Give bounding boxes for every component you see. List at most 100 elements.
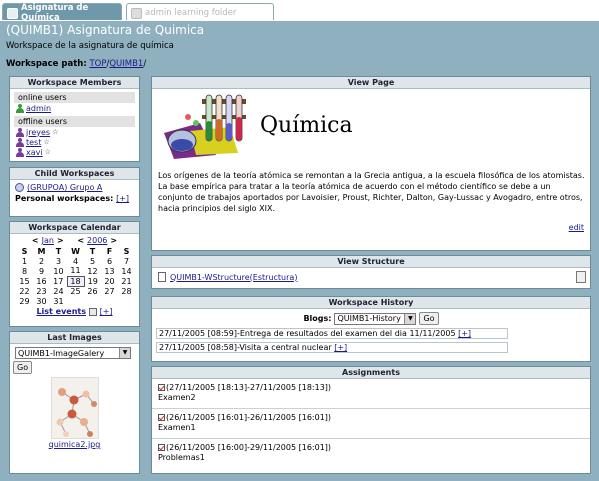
image-thumbnail[interactable] (50, 377, 99, 439)
assignment-name[interactable]: Problemas1 (158, 453, 584, 463)
calendar-day[interactable]: 10 (50, 266, 67, 276)
calendar-day[interactable]: 14 (118, 266, 135, 276)
calendar-day[interactable]: 20 (101, 276, 118, 286)
prev-year-button[interactable]: < (77, 236, 84, 245)
list-events-link[interactable]: List events (36, 307, 86, 316)
image-caption-link[interactable]: quimica2.jpg (49, 440, 101, 449)
calendar-day[interactable]: 24 (50, 286, 67, 296)
chevron-down-icon: ▼ (404, 313, 416, 324)
calendar-day[interactable]: 8 (16, 266, 33, 276)
calendar-day[interactable]: 9 (33, 266, 50, 276)
calendar-day[interactable]: 30 (33, 296, 50, 306)
assignment-item: (26/11/2005 [16:00]-29/11/2005 [16:01]) … (152, 439, 590, 469)
user-link-admin[interactable]: admin (26, 104, 51, 113)
blogs-label: Blogs: (303, 314, 332, 323)
breadcrumb-quimb1-link[interactable]: QUIMB1 (109, 59, 143, 69)
assignment-check-icon (158, 414, 165, 421)
calendar-day[interactable]: 17 (50, 276, 67, 286)
add-personal-workspace-link[interactable]: [+] (116, 194, 129, 203)
star-icon: ☆ (43, 138, 50, 146)
calendar-day[interactable]: 23 (33, 286, 50, 296)
panel-title: Workspace Members (10, 77, 139, 89)
tab-admin-learning-folder[interactable]: admin learning folder (126, 3, 274, 20)
calendar-empty-cell (67, 296, 84, 306)
calendar-day[interactable]: 7 (118, 256, 135, 266)
month-link[interactable]: Jan (42, 236, 54, 245)
tab-label: admin learning folder (145, 8, 237, 18)
calendar-day[interactable]: 26 (84, 286, 101, 296)
blog-select-value: QUIMB1-History (337, 314, 401, 323)
user-link-test[interactable]: test (26, 138, 41, 147)
history-entry-text: 27/11/2005 [08:58]-Visita a central nucl… (159, 343, 332, 352)
calendar-week-row: 8 9 10 11 12 13 14 (16, 266, 135, 276)
calendar-week-row: 15 16 17 18 19 20 21 (16, 275, 135, 287)
history-entry-add-link[interactable]: [+] (458, 329, 471, 338)
chevron-down-icon: ▼ (119, 348, 130, 358)
calendar-day[interactable]: 1 (16, 256, 33, 266)
view-structure-panel: View Structure QUIMB1-WStructure(Estruct… (151, 255, 591, 289)
prev-month-button[interactable]: < (32, 236, 39, 245)
calendar-day[interactable]: 25 (67, 286, 84, 296)
go-button[interactable]: Go (13, 361, 33, 374)
year-link[interactable]: 2006 (87, 236, 107, 245)
tab-asignatura-quimica[interactable]: Asignatura de Química (2, 3, 122, 23)
add-event-link[interactable]: [+] (100, 307, 113, 316)
calendar-day[interactable]: 16 (33, 276, 50, 286)
panel-title: Child Workspaces (10, 168, 139, 180)
calendar-week-row: 1234567 (16, 256, 135, 266)
calendar-day[interactable]: 13 (101, 266, 118, 276)
image-gallery-value: QUIMB1-ImageGalery (18, 348, 105, 358)
go-button[interactable]: Go (419, 312, 439, 325)
child-workspace-link[interactable]: (GRUPOA) Grupo A (27, 183, 102, 192)
assignment-name[interactable]: Examen1 (158, 423, 584, 433)
workspace-members-panel: Workspace Members online users admin off… (9, 76, 140, 162)
history-entry-add-link[interactable]: [+] (334, 343, 347, 352)
image-gallery-select[interactable]: QUIMB1-ImageGalery ▼ (15, 347, 131, 359)
blog-select[interactable]: QUIMB1-History ▼ (334, 312, 417, 325)
calendar-day[interactable]: 11 (67, 266, 84, 276)
weekday-label: M (37, 246, 46, 256)
breadcrumb-top-link[interactable]: TOP (89, 59, 106, 69)
assignment-dates: (26/11/2005 [16:00]-29/11/2005 [16:01]) (166, 443, 332, 452)
calendar-day[interactable]: 28 (118, 286, 135, 296)
panel-title: View Structure (152, 256, 590, 268)
assignment-name[interactable]: Examen2 (158, 393, 584, 403)
workspace-icon (131, 7, 142, 19)
workspace-globe-icon (15, 183, 24, 192)
calendar-day[interactable]: 12 (84, 266, 101, 276)
view-page-panel: View Page Química Los orígenes de la teo… (151, 76, 591, 251)
next-month-button[interactable]: > (57, 236, 64, 245)
offline-user-icon (16, 127, 24, 137)
calendar-day[interactable]: 2 (33, 256, 50, 266)
structure-tree-icon[interactable] (576, 271, 586, 283)
calendar-day[interactable]: 3 (50, 256, 67, 266)
calendar-day[interactable]: 19 (84, 276, 101, 286)
calendar-day[interactable]: 29 (16, 296, 33, 306)
calendar-day-today[interactable]: 18 (66, 275, 85, 287)
calendar-day[interactable]: 15 (16, 276, 33, 286)
blogs-selector-row: Blogs: QUIMB1-History ▼ Go (152, 309, 590, 325)
panel-title: Workspace History (152, 297, 590, 309)
panel-title: Last Images (10, 332, 139, 344)
edit-page-link[interactable]: edit (569, 223, 584, 232)
user-link-xavi[interactable]: xavi (26, 148, 43, 157)
user-link-jreyes[interactable]: jreyes (26, 128, 50, 137)
next-year-button[interactable]: > (110, 236, 117, 245)
online-user-icon (16, 103, 24, 113)
calendar-day[interactable]: 6 (101, 256, 118, 266)
calendar-day[interactable]: 27 (101, 286, 118, 296)
calendar-day[interactable]: 21 (118, 276, 135, 286)
calendar-icon[interactable] (88, 307, 97, 316)
assignments-panel: Assignments (27/11/2005 [18:13]-27/11/20… (151, 366, 591, 474)
calendar-day[interactable]: 22 (16, 286, 33, 296)
history-entry: 27/11/2005 [08:59]-Entrega de resultados… (156, 328, 508, 339)
calendar-day[interactable]: 4 (67, 256, 84, 266)
document-icon (158, 272, 166, 282)
weekday-label: S (123, 246, 130, 256)
structure-link[interactable]: QUIMB1-WStructure(Estructura) (170, 273, 297, 282)
calendar-day[interactable]: 5 (84, 256, 101, 266)
calendar-grid: SMTWTFS 1 2 3 4 5 6 7 8 9 10 11 12 13 14 15 16 17 18 19 20 2… (16, 246, 135, 306)
calendar-day[interactable]: 31 (50, 296, 67, 306)
calendar-nav: < Jan > <2006 > (10, 234, 139, 245)
calendar-empty-cell (101, 296, 118, 306)
